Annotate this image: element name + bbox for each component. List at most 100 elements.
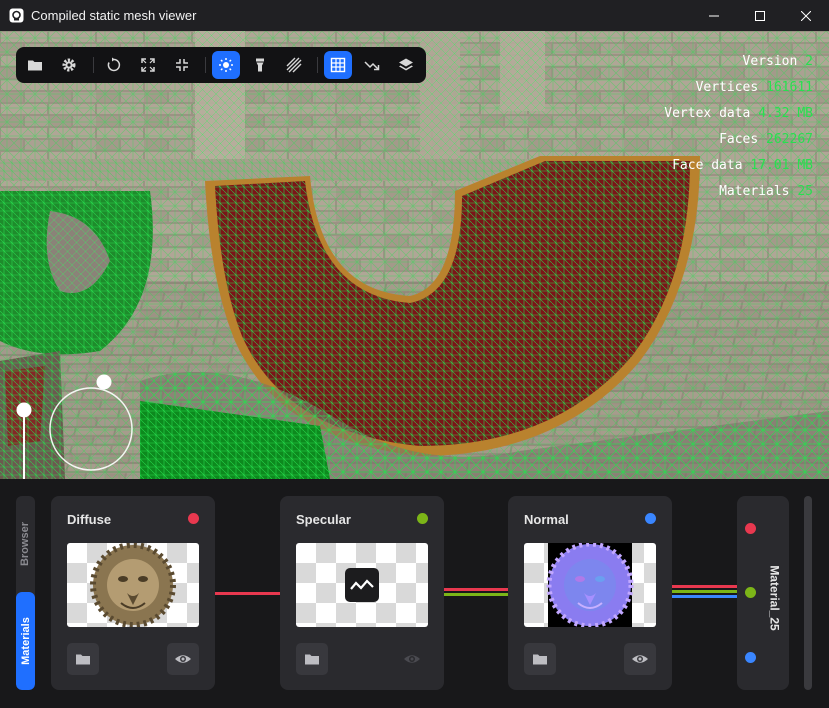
window-title: Compiled static mesh viewer: [31, 8, 197, 23]
normal-input-dot[interactable]: [745, 652, 756, 663]
toolbar-separator: [317, 57, 318, 73]
close-button[interactable]: [783, 0, 829, 31]
minimize-icon: [709, 15, 719, 16]
specular-open-button[interactable]: [296, 643, 328, 675]
diffuse-open-button[interactable]: [67, 643, 99, 675]
maximize-button[interactable]: [737, 0, 783, 31]
tab-materials-label: Materials: [19, 617, 32, 665]
specular-output-dot[interactable]: [417, 513, 428, 524]
viewport-toolbar: [16, 47, 426, 83]
tab-browser-label: Browser: [19, 521, 32, 567]
gear-icon: [62, 58, 76, 72]
diffuse-output-dot[interactable]: [188, 513, 199, 524]
minimize-button[interactable]: [691, 0, 737, 31]
app-icon: [9, 8, 24, 23]
tab-browser[interactable]: Browser: [16, 496, 35, 592]
expand-icon: [141, 58, 155, 72]
light-angle-handle[interactable]: [96, 374, 112, 390]
close-icon: [801, 10, 811, 21]
diffuse-preview-button[interactable]: [167, 643, 199, 675]
specular-preview-button[interactable]: [396, 643, 428, 675]
material-name: Material_25: [768, 558, 782, 638]
diffuse-connection: [215, 592, 280, 595]
specular-connection: [672, 590, 737, 593]
folder-icon: [533, 654, 547, 665]
stat-value: 161611: [766, 80, 813, 95]
node-title: Specular: [296, 512, 351, 527]
material-editor-panel: Browser Materials Diffuse Specular Norma…: [0, 479, 829, 708]
stat-value: 262267: [766, 132, 813, 147]
lion-normal-map-texture: [546, 543, 634, 627]
layers-toggle[interactable]: [392, 51, 420, 79]
flashlight-toggle[interactable]: [246, 51, 274, 79]
specular-texture-thumbnail[interactable]: [296, 543, 428, 627]
reset-view-button[interactable]: [100, 51, 128, 79]
flashlight-icon: [256, 58, 264, 72]
normal-texture-thumbnail[interactable]: [524, 543, 656, 627]
diffuse-texture-thumbnail[interactable]: [67, 543, 199, 627]
stat-label: Vertices: [695, 80, 759, 95]
stat-row: Face data 17.01 MB: [664, 153, 813, 179]
stat-value: 2: [805, 54, 813, 69]
specular-input-dot[interactable]: [745, 587, 756, 598]
toolbar-separator: [205, 57, 206, 73]
mesh-stats: Version 2 Vertices 161611 Vertex data 4.32…: [664, 49, 813, 205]
normal-output-dot[interactable]: [645, 513, 656, 524]
stat-label: Faces: [719, 132, 759, 147]
maximize-icon: [755, 10, 765, 21]
stat-label: Face data: [672, 158, 743, 173]
settings-button[interactable]: [55, 51, 83, 79]
stat-label: Vertex data: [664, 106, 751, 121]
normal-preview-button[interactable]: [624, 643, 656, 675]
eye-icon: [175, 655, 191, 663]
normal-connection: [672, 595, 737, 598]
lighting-toggle[interactable]: [212, 51, 240, 79]
wireframe-grid-icon: [330, 57, 346, 73]
open-file-button[interactable]: [21, 51, 49, 79]
diffuse-connection: [444, 588, 508, 591]
light-height-handle[interactable]: [16, 402, 32, 418]
material-name-label: Material_25: [768, 565, 782, 631]
layers-icon: [399, 58, 413, 71]
reset-rotation-icon: [107, 57, 121, 72]
folder-icon: [305, 654, 319, 665]
hatch-shading-icon: [286, 57, 302, 73]
stat-value: 17.01 MB: [750, 158, 813, 173]
diffuse-input-dot[interactable]: [745, 523, 756, 534]
diffuse-connection: [672, 585, 737, 588]
normal-open-button[interactable]: [524, 643, 556, 675]
stat-label: Materials: [719, 184, 790, 199]
material-output-node[interactable]: Material_25: [737, 496, 789, 690]
tab-materials[interactable]: Materials: [16, 592, 35, 690]
title-bar: Compiled static mesh viewer: [0, 0, 829, 31]
stat-row: Vertices 161611: [664, 75, 813, 101]
folder-icon: [76, 654, 90, 665]
light-direction-gizmo[interactable]: [12, 369, 142, 479]
shading-toggle[interactable]: [280, 51, 308, 79]
stat-value: 4.32 MB: [758, 106, 813, 121]
stat-value: 25: [797, 184, 813, 199]
stat-row: Vertex data 4.32 MB: [664, 101, 813, 127]
diffuse-node[interactable]: Diffuse: [51, 496, 215, 690]
specular-node[interactable]: Specular: [280, 496, 444, 690]
toolbar-separator: [93, 57, 94, 73]
side-tabs: Browser Materials: [16, 496, 35, 690]
panel-scrollbar[interactable]: [804, 496, 812, 690]
normals-arrow-icon: [364, 61, 380, 71]
stat-label: Version: [742, 54, 798, 69]
normal-node[interactable]: Normal: [508, 496, 672, 690]
folder-icon: [28, 60, 42, 71]
wireframe-toggle[interactable]: [324, 51, 352, 79]
stat-row: Faces 262267: [664, 127, 813, 153]
node-title: Normal: [524, 512, 569, 527]
eye-icon: [632, 655, 648, 663]
mesh-viewport[interactable]: Version 2 Vertices 161611 Vertex data 4.32…: [0, 31, 829, 479]
node-title: Diffuse: [67, 512, 112, 527]
fit-view-button[interactable]: [134, 51, 162, 79]
stat-row: Version 2: [664, 49, 813, 75]
missing-texture-icon: [345, 568, 379, 602]
normals-toggle[interactable]: [358, 51, 386, 79]
collapse-icon: [176, 59, 188, 71]
stat-row: Materials 25: [664, 179, 813, 205]
zoom-extents-button[interactable]: [168, 51, 196, 79]
